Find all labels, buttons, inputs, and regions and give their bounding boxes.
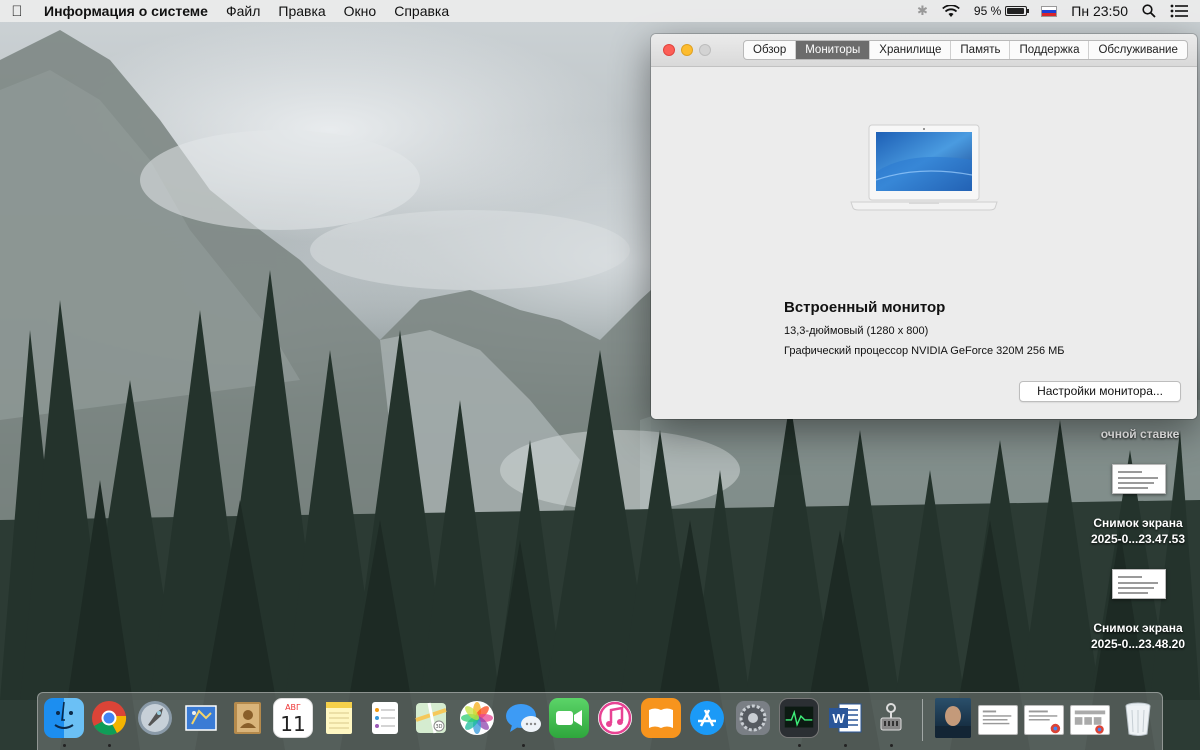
- bluetooth-icon[interactable]: ✱: [917, 3, 928, 19]
- window-titlebar[interactable]: Обзор Мониторы Хранилище Память Поддержк…: [651, 34, 1197, 67]
- tab-memory[interactable]: Память: [951, 41, 1011, 59]
- trash-icon[interactable]: [1118, 698, 1158, 738]
- dock: АВГ 11 3D W: [37, 692, 1163, 750]
- menu-window[interactable]: Окно: [335, 3, 386, 19]
- system-information-icon[interactable]: [871, 698, 911, 738]
- launchpad-icon[interactable]: [135, 698, 175, 738]
- desktop-file-label-partial-text: очной ставке: [1100, 427, 1180, 441]
- battery-status[interactable]: 95 %: [973, 4, 1030, 18]
- desktop-file-label-partial[interactable]: очной ставке: [1090, 426, 1190, 442]
- menu-file[interactable]: Файл: [217, 3, 269, 19]
- monitor-size-text: 13,3-дюймовый (1280 x 800): [784, 325, 929, 337]
- menu-help[interactable]: Справка: [385, 3, 458, 19]
- document-stack-icon[interactable]: [978, 705, 1018, 735]
- list-icon[interactable]: [1170, 4, 1188, 18]
- dock-separator: [922, 699, 923, 741]
- messages-running-dot: [522, 744, 525, 747]
- battery-level-fill: [1007, 8, 1025, 14]
- wifi-icon[interactable]: [942, 4, 960, 18]
- monitor-gpu-text: Графический процессор NVIDIA GeForce 320…: [784, 345, 1065, 357]
- chrome-icon[interactable]: [89, 698, 129, 738]
- flag-ru-icon[interactable]: [1041, 5, 1058, 17]
- mail-icon[interactable]: [181, 698, 221, 738]
- contacts-icon[interactable]: [227, 698, 267, 738]
- screenshot-stack-2-icon[interactable]: [1070, 705, 1110, 735]
- close-button[interactable]: [663, 44, 675, 56]
- menu-app-name[interactable]: Информация о системе: [34, 3, 217, 19]
- window-content: Встроенный монитор 13,3-дюймовый (1280 x…: [651, 68, 1197, 419]
- screenshot-stack-1-icon[interactable]: [1024, 705, 1064, 735]
- system-info-window: Обзор Мониторы Хранилище Память Поддержк…: [651, 34, 1197, 419]
- battery-percent: 95 %: [973, 4, 1002, 18]
- calendar-day: 11: [280, 712, 306, 736]
- minimize-button[interactable]: [681, 44, 693, 56]
- zoom-button: [699, 44, 711, 56]
- svg-text:3D: 3D: [435, 724, 442, 730]
- screenshot-file-1-thumbnail[interactable]: [1112, 464, 1166, 494]
- calendar-icon[interactable]: АВГ 11: [273, 698, 313, 738]
- screenshot-file-2-label[interactable]: Снимок экрана 2025-0...23.48.20: [1080, 620, 1196, 652]
- word-icon[interactable]: W: [825, 698, 865, 738]
- menu-edit[interactable]: Правка: [269, 3, 334, 19]
- reminders-icon[interactable]: [365, 698, 405, 738]
- tab-overview[interactable]: Обзор: [744, 41, 797, 59]
- clock[interactable]: Пн 23:50: [1071, 3, 1128, 19]
- activity-monitor-running-dot: [798, 744, 801, 747]
- photos-icon[interactable]: [457, 698, 497, 738]
- screenshot-file-2-date: 2025-0...23.48.20: [1090, 637, 1186, 651]
- monitor-title: Встроенный монитор: [784, 299, 946, 316]
- screenshot-file-1-date: 2025-0...23.47.53: [1090, 532, 1186, 546]
- word-running-dot: [844, 744, 847, 747]
- display-settings-button[interactable]: Настройки монитора...: [1019, 381, 1181, 402]
- menu-bar:  Информация о системе Файл Правка Окно …: [0, 0, 1200, 22]
- svg-text:W: W: [832, 711, 845, 726]
- screenshot-file-1-name: Снимок экрана: [1093, 516, 1183, 530]
- screenshot-file-1-label[interactable]: Снимок экрана 2025-0...23.47.53: [1080, 515, 1196, 547]
- finder-running-dot: [63, 744, 66, 747]
- tab-support[interactable]: Поддержка: [1010, 41, 1090, 59]
- finder-icon[interactable]: [44, 698, 84, 738]
- tab-bar: Обзор Мониторы Хранилище Память Поддержк…: [743, 40, 1188, 60]
- battery-icon: [1005, 6, 1030, 16]
- system-information-running-dot: [890, 744, 893, 747]
- messages-icon[interactable]: [503, 698, 543, 738]
- tab-displays[interactable]: Мониторы: [796, 41, 871, 59]
- apple-icon[interactable]: : [0, 3, 34, 20]
- search-icon[interactable]: [1142, 4, 1156, 18]
- screenshot-file-2-name: Снимок экрана: [1093, 621, 1183, 635]
- maps-icon[interactable]: 3D: [411, 698, 451, 738]
- system-preferences-icon[interactable]: [733, 698, 773, 738]
- itunes-icon[interactable]: [595, 698, 635, 738]
- tab-service[interactable]: Обслуживание: [1089, 41, 1186, 59]
- ibooks-icon[interactable]: [641, 698, 681, 738]
- activity-monitor-icon[interactable]: [779, 698, 819, 738]
- notes-icon[interactable]: [319, 698, 359, 738]
- facetime-icon[interactable]: [549, 698, 589, 738]
- screenshot-file-2-thumbnail[interactable]: [1112, 569, 1166, 599]
- chrome-running-dot: [108, 744, 111, 747]
- tab-storage[interactable]: Хранилище: [870, 41, 952, 59]
- app-store-icon[interactable]: [687, 698, 727, 738]
- movie-poster-icon[interactable]: [935, 698, 971, 738]
- macbook-laptop-icon: [850, 124, 998, 211]
